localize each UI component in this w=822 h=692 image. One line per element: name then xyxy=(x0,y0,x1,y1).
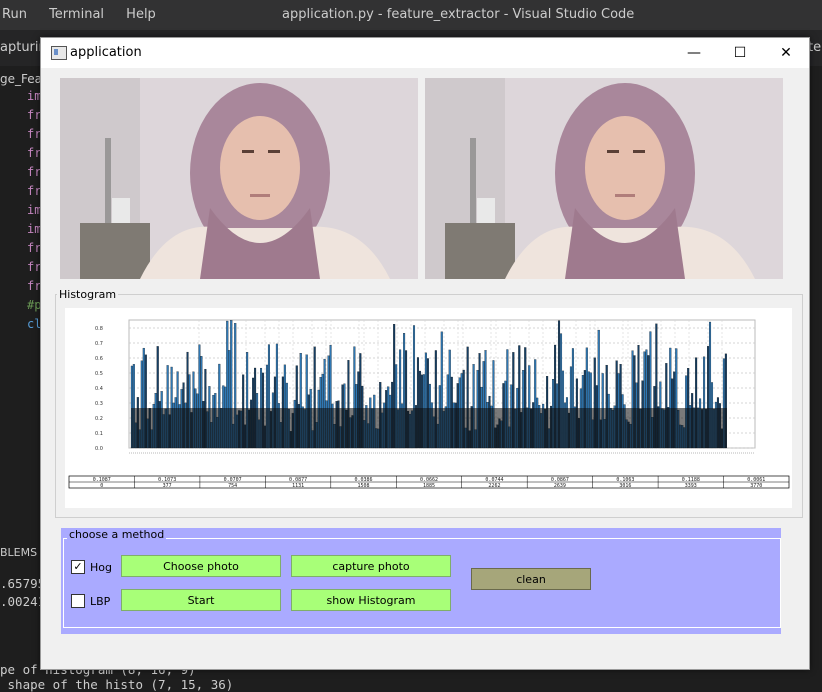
hog-option[interactable]: ✓ Hog xyxy=(71,560,112,574)
menu-help[interactable]: Help xyxy=(126,7,156,22)
hog-checkbox[interactable]: ✓ xyxy=(71,560,85,574)
table-bottom-value: 1508 xyxy=(358,483,370,489)
table-bottom-value: 3393 xyxy=(685,483,697,489)
y-tick-label: 0.4 xyxy=(95,386,103,392)
table-bottom-value: 1131 xyxy=(292,483,304,489)
table-bottom-value: 2262 xyxy=(488,483,500,489)
vscode-window-title: application.py - feature_extractor - Vis… xyxy=(282,7,635,22)
choose-photo-button[interactable]: Choose photo xyxy=(121,555,281,577)
bar-base-shade xyxy=(131,408,727,448)
table-bottom-value: 0 xyxy=(100,483,103,489)
vscode-menu: Run Terminal Help xyxy=(0,7,172,22)
terminal-line-2: shape of the histo (7, 15, 36) xyxy=(0,677,234,692)
y-tick-label: 0.7 xyxy=(95,341,103,347)
clean-button[interactable]: clean xyxy=(471,568,591,590)
histogram-chart: 0.80.70.60.50.40.30.20.10.00.108700.1073… xyxy=(68,319,790,489)
table-bottom-value: 2639 xyxy=(554,483,566,489)
original-photo xyxy=(60,78,418,279)
window-titlebar: application — ☐ ✕ xyxy=(41,38,809,68)
histogram-group-title: Histogram xyxy=(57,288,119,301)
histogram-canvas: 0.8 0.7 0.6 0.5 0.4 0.3 0.2 0.1 0.0 0.1087 0 0.1073… xyxy=(65,308,792,508)
window-title: application xyxy=(70,45,142,60)
y-tick-label: 0.2 xyxy=(95,416,103,422)
processed-photo xyxy=(425,78,783,279)
lbp-label: LBP xyxy=(90,594,111,608)
y-tick-label: 0.0 xyxy=(95,446,103,452)
maximize-button[interactable]: ☐ xyxy=(717,38,763,68)
show-histogram-button[interactable]: show Histogram xyxy=(291,589,451,611)
photo-image-left xyxy=(60,78,418,279)
vscode-panel-value-2: .00241 xyxy=(0,594,46,609)
menu-run[interactable]: Run xyxy=(2,7,27,22)
table-bottom-value: 1885 xyxy=(423,483,435,489)
app-window-icon xyxy=(51,46,67,60)
vscode-panel-problems[interactable]: BLEMS xyxy=(0,546,37,559)
vscode-panel-value-1: .65795 xyxy=(0,576,46,591)
capture-photo-button[interactable]: capture photo xyxy=(291,555,451,577)
y-tick-label: 0.5 xyxy=(95,371,103,377)
menu-terminal[interactable]: Terminal xyxy=(49,7,104,22)
vscode-titlebar: Run Terminal Help application.py - featu… xyxy=(0,0,822,30)
y-tick-label: 0.6 xyxy=(95,356,103,362)
y-tick-label: 0.8 xyxy=(95,326,103,332)
y-tick-label: 0.1 xyxy=(95,431,103,437)
vscode-tab-right[interactable]: te. xyxy=(808,40,822,55)
photo-image-right xyxy=(425,78,783,279)
table-bottom-value: 377 xyxy=(163,483,172,489)
lbp-checkbox[interactable] xyxy=(71,594,85,608)
method-group-title: choose a method xyxy=(67,528,167,541)
application-window: application — ☐ ✕ Histogram 0.8 0.7 0.6 … xyxy=(40,37,810,670)
minimize-button[interactable]: — xyxy=(671,38,717,68)
table-bottom-value: 754 xyxy=(228,483,237,489)
method-frame xyxy=(63,538,781,628)
hog-label: Hog xyxy=(90,560,112,574)
y-tick-label: 0.3 xyxy=(95,401,103,407)
lbp-option[interactable]: LBP xyxy=(71,594,110,608)
start-button[interactable]: Start xyxy=(121,589,281,611)
close-button[interactable]: ✕ xyxy=(763,38,809,68)
table-bottom-value: 3016 xyxy=(619,483,631,489)
table-bottom-value: 3770 xyxy=(750,483,762,489)
